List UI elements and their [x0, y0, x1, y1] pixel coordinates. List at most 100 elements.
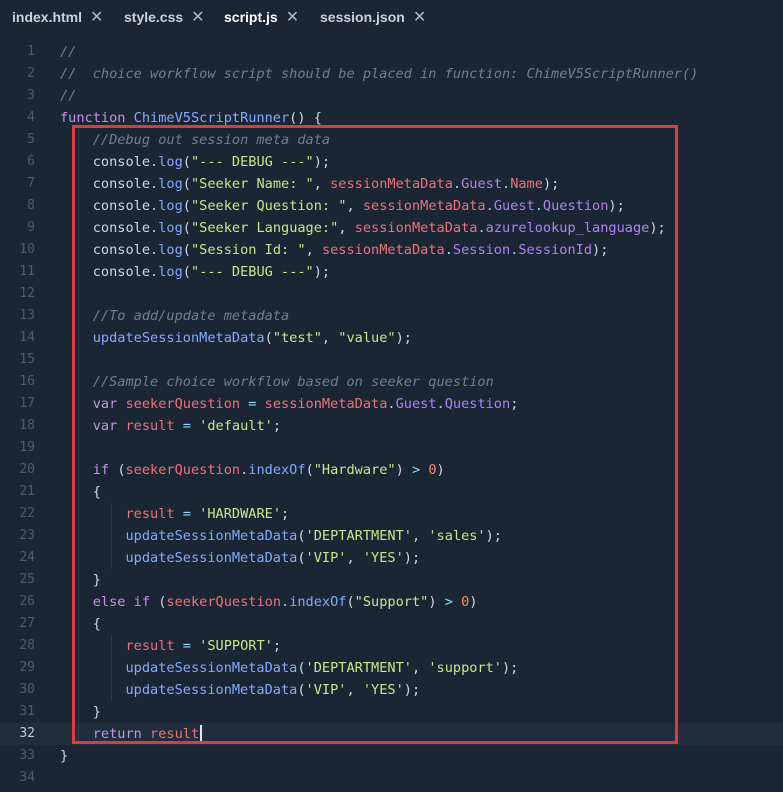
code-token: (	[182, 242, 191, 258]
line-number: 34	[19, 770, 35, 785]
code-token: "Support"	[354, 594, 429, 610]
code-line[interactable]: 21 {	[0, 481, 783, 503]
code-line[interactable]: 5 //Debug out session meta data	[0, 129, 783, 151]
code-line[interactable]: 16 //Sample choice workflow based on see…	[0, 371, 783, 393]
code-token: "Session Id: "	[190, 242, 306, 258]
indent-guide	[111, 503, 112, 569]
code-text: }	[60, 745, 68, 767]
tab-style-css[interactable]: style.css ✕	[124, 0, 205, 34]
code-text: updateSessionMetaData("test", "value");	[60, 327, 412, 349]
indent-guide	[111, 635, 112, 701]
code-line[interactable]: 30 updateSessionMetaData('VIP', 'YES');	[0, 679, 783, 701]
code-text: console.log("--- DEBUG ---");	[60, 261, 330, 283]
code-line[interactable]: 20 if (seekerQuestion.indexOf("Hardware"…	[0, 459, 783, 481]
code-token: (	[264, 330, 273, 346]
code-line[interactable]: 6 console.log("--- DEBUG ---");	[0, 151, 783, 173]
code-token: SessionId	[518, 242, 593, 258]
code-token: console	[92, 242, 151, 258]
line-number: 30	[19, 682, 35, 697]
code-token: () {	[289, 110, 322, 126]
code-token: 'default'	[199, 418, 273, 434]
code-token: (	[182, 220, 191, 236]
code-token: Question	[542, 198, 609, 214]
code-token: ,	[411, 528, 429, 544]
code-line[interactable]: 13 //To add/update metadata	[0, 305, 783, 327]
code-line[interactable]: 8 console.log("Seeker Question: ", sessi…	[0, 195, 783, 217]
code-text: console.log("Session Id: ", sessionMetaD…	[60, 239, 609, 261]
code-line[interactable]: 24 updateSessionMetaData('VIP', 'YES');	[0, 547, 783, 569]
code-token: ,	[321, 330, 339, 346]
code-line[interactable]: 3 //	[0, 85, 783, 107]
code-token: (	[297, 528, 306, 544]
code-line[interactable]: 32 return result	[0, 723, 783, 745]
code-line[interactable]: 33}	[0, 745, 783, 767]
code-line[interactable]: 27 {	[0, 613, 783, 635]
line-number: 28	[19, 638, 35, 653]
tab-label: session.json	[320, 9, 405, 25]
code-line[interactable]: 23 updateSessionMetaData('DEPTARTMENT', …	[0, 525, 783, 547]
tab-script-js[interactable]: script.js ✕	[224, 0, 299, 34]
code-line[interactable]: 15	[0, 349, 783, 371]
code-text: //	[60, 85, 76, 107]
line-number: 6	[27, 154, 35, 169]
code-line[interactable]: 2 // choice workflow script should be pla…	[0, 63, 783, 85]
tab-session-json[interactable]: session.json ✕	[320, 0, 426, 34]
tab-index-html[interactable]: index.html ✕	[12, 0, 103, 34]
code-token: //Sample choice workflow based on seeker…	[92, 374, 494, 390]
code-token: .	[281, 594, 290, 610]
tab-label: index.html	[12, 9, 83, 25]
code-token: log	[158, 154, 183, 170]
code-line[interactable]: 4 function ChimeV5ScriptRunner() {	[0, 107, 783, 129]
code-line[interactable]: 26 else if (seekerQuestion.indexOf("Supp…	[0, 591, 783, 613]
code-line[interactable]: 10 console.log("Session Id: ", sessionMe…	[0, 239, 783, 261]
code-line[interactable]: 19	[0, 437, 783, 459]
line-number: 29	[19, 660, 35, 675]
code-line[interactable]: 22 result = 'HARDWARE';	[0, 503, 783, 525]
code-line[interactable]: 18 var result = 'default';	[0, 415, 783, 437]
line-number: 12	[19, 286, 35, 301]
code-line[interactable]: 14 updateSessionMetaData("test", "value"…	[0, 327, 783, 349]
code-text: {	[60, 613, 101, 635]
code-token: .	[485, 198, 494, 214]
code-line[interactable]: 9 console.log("Seeker Language:", sessio…	[0, 217, 783, 239]
code-line[interactable]: 7 console.log("Seeker Name: ", sessionMe…	[0, 173, 783, 195]
code-token: 'YES'	[362, 550, 404, 566]
code-token: "Seeker Question: "	[190, 198, 347, 214]
close-icon[interactable]: ✕	[90, 1, 103, 35]
close-icon[interactable]: ✕	[286, 1, 299, 35]
code-line[interactable]: 1 //	[0, 41, 783, 63]
code-line[interactable]: 29 updateSessionMetaData('DEPTARTMENT', …	[0, 657, 783, 679]
code-token: (	[297, 550, 306, 566]
code-token: .	[444, 242, 453, 258]
close-icon[interactable]: ✕	[191, 1, 204, 35]
code-token: Guest	[461, 176, 502, 192]
code-line[interactable]: 34	[0, 767, 783, 789]
code-token: result	[150, 726, 200, 742]
code-token: result	[125, 418, 175, 434]
code-token: 'support'	[428, 660, 502, 676]
code-text: console.log("Seeker Language:", sessionM…	[60, 217, 666, 239]
line-number: 1	[27, 44, 35, 59]
code-line[interactable]: 25 }	[0, 569, 783, 591]
code-token: indexOf	[248, 462, 306, 478]
code-text: //	[60, 41, 76, 63]
code-line[interactable]: 17 var seekerQuestion = sessionMetaData.…	[0, 393, 783, 415]
code-line[interactable]: 12	[0, 283, 783, 305]
code-token: )	[428, 594, 445, 610]
code-token: ;	[272, 638, 282, 654]
code-line[interactable]: 31 }	[0, 701, 783, 723]
code-line[interactable]: 28 result = 'SUPPORT';	[0, 635, 783, 657]
code-token: "--- DEBUG ---"	[190, 154, 314, 170]
code-token: "Seeker Name: "	[190, 176, 314, 192]
code-token: );	[592, 242, 609, 258]
code-line[interactable]: 11 console.log("--- DEBUG ---");	[0, 261, 783, 283]
code-text: updateSessionMetaData('DEPTARTMENT', 'sa…	[60, 525, 502, 547]
close-icon[interactable]: ✕	[413, 1, 426, 35]
code-token: updateSessionMetaData	[125, 528, 298, 544]
